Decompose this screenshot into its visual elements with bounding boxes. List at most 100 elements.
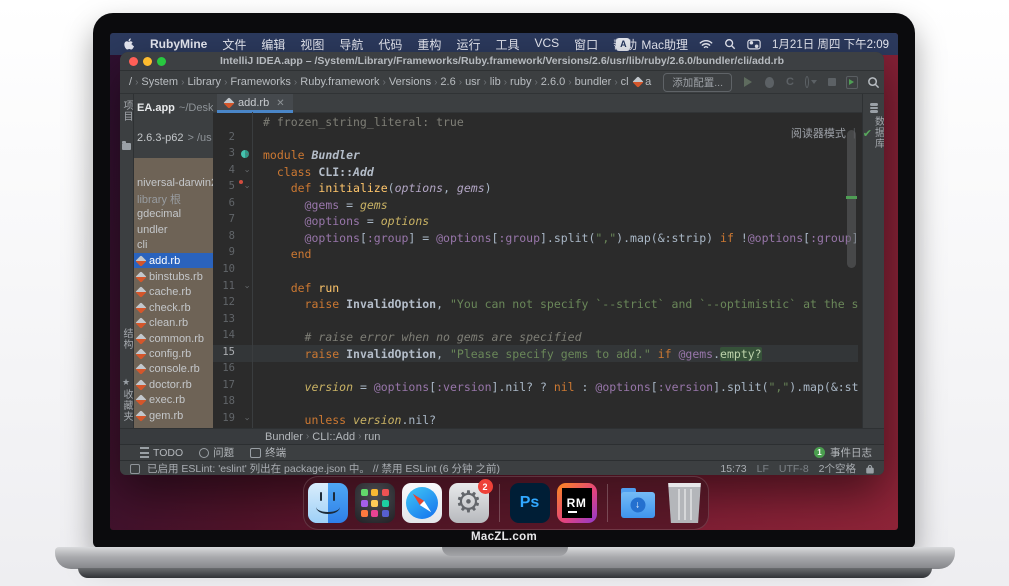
tree-row-2.6.3-p62[interactable]: 2.6.3-p62 > /us [134,130,213,145]
tree-row-niversal-darwin2[interactable]: niversal-darwin2 [134,175,213,190]
reader-mode-label[interactable]: 阅读器模式 [791,125,846,141]
menu-app-name[interactable]: RubyMine [150,37,207,51]
menu-item-1[interactable]: 编辑 [261,36,285,53]
nav-crumb-4[interactable]: Ruby.framework [300,76,379,88]
line-separator[interactable]: LF [757,463,769,475]
tool-window-favorites[interactable]: 收藏夹 [120,389,133,422]
code-line-11[interactable]: def run [253,280,859,297]
tree-row-add.rb[interactable]: add.rb [134,253,213,268]
nav-crumb-6[interactable]: 2.6 [440,76,455,88]
stop-icon[interactable] [826,76,838,88]
dock-icon-safari[interactable] [402,483,442,523]
event-log-button[interactable]: 1 事件日志 [814,445,872,460]
tree-row-blank-3[interactable] [134,160,213,175]
run-icon[interactable] [742,76,754,88]
control-center-icon[interactable] [747,39,761,50]
tree-row-exec.rb[interactable]: exec.rb [134,392,213,407]
spotlight-search-icon[interactable] [724,38,736,50]
tree-row-console.rb[interactable]: console.rb [134,361,213,376]
fold-marker[interactable]: › [242,416,252,421]
dock-icon-trash[interactable] [665,483,705,523]
tree-row-blank-2[interactable] [134,145,213,160]
menu-item-4[interactable]: 代码 [378,36,402,53]
file-encoding[interactable]: UTF-8 [779,463,809,475]
run-anything-icon[interactable] [846,76,858,88]
window-title-bar[interactable]: IntelliJ IDEA.app – /System/Library/Fram… [120,52,884,71]
tree-row-clean.rb[interactable]: clean.rb [134,315,213,330]
code-line-7[interactable]: @options = options [253,213,859,230]
run-configuration-button[interactable]: 添加配置... [663,73,732,92]
code-crumb-Bundler[interactable]: Bundler [265,431,303,443]
tree-row-library 根[interactable]: library 根 [134,191,213,206]
apple-logo-icon[interactable] [123,37,135,51]
dock-icon-launchpad[interactable] [355,483,395,523]
status-message[interactable]: 已启用 ESLint: 'eslint' 列出在 package.json 中。… [147,461,500,475]
inspections-ok-icon[interactable]: ✔ [863,127,872,140]
dock-icon-photoshop[interactable]: Ps [510,483,550,523]
code-line-8[interactable]: @options[:group] = @options[:group].spli… [253,230,859,247]
code-line-13[interactable] [253,313,859,330]
fold-marker[interactable]: › [242,184,252,189]
code-crumb-CLI::Add[interactable]: CLI::Add [312,431,355,443]
dock-icon-rubymine[interactable]: RM [557,483,597,523]
input-method-icon[interactable]: A [616,38,630,51]
menu-item-8[interactable]: VCS [534,36,559,53]
readonly-lock-icon[interactable] [866,464,874,474]
nav-crumb-10[interactable]: 2.6.0 [541,76,565,88]
code-line-3[interactable]: module Bundler [253,147,859,164]
menu-item-7[interactable]: 工具 [495,36,519,53]
tree-row-cli[interactable]: cli [134,237,213,252]
code-line-4[interactable]: class CLI::Add [253,164,859,181]
menu-item-9[interactable]: 窗口 [574,36,598,53]
close-tab-icon[interactable]: ✕ [276,98,284,109]
nav-current-file[interactable]: a [645,76,651,88]
code-line-14[interactable]: # raise error when no gems are specified [253,329,859,346]
tool-window-0[interactable]: TODO [140,445,183,460]
nav-crumb-12[interactable]: cli [621,76,629,88]
nav-crumb-9[interactable]: ruby [510,76,531,88]
nav-crumb-3[interactable]: Frameworks [230,76,291,88]
menu-item-2[interactable]: 视图 [300,36,324,53]
minimize-window-button[interactable] [143,57,152,66]
tab-add-rb[interactable]: add.rb ✕ [217,94,293,112]
editor-code-area[interactable]: # frozen_string_literal: truemodule Bund… [252,112,859,428]
nav-crumb-5[interactable]: Versions [389,76,431,88]
code-line-5[interactable]: def initialize(options, gems) [253,180,859,197]
tree-row-gdecimal[interactable]: gdecimal [134,206,213,221]
run-with-coverage-icon[interactable] [805,76,817,88]
nav-crumb-1[interactable]: System [141,76,178,88]
tool-window-project[interactable]: 项目 [120,100,133,122]
tree-row-gem.rb[interactable]: gem.rb [134,408,213,423]
caret-position[interactable]: 15:73 [720,463,746,475]
code-line-6[interactable]: @gems = gems [253,197,859,214]
status-message-icon[interactable] [130,464,140,474]
tree-row-check.rb[interactable]: check.rb [134,300,213,315]
code-line-17[interactable]: version = @options[:version].nil? ? nil … [253,379,859,396]
tree-row-doctor.rb[interactable]: doctor.rb [134,377,213,392]
menu-item-6[interactable]: 运行 [456,36,480,53]
debug-icon[interactable] [763,76,775,88]
tree-row-cache.rb[interactable]: cache.rb [134,284,213,299]
menu-item-3[interactable]: 导航 [339,36,363,53]
nav-crumb-2[interactable]: Library [187,76,221,88]
nav-crumb-0[interactable]: / [129,76,132,88]
profiler-icon[interactable]: C [784,76,796,88]
close-window-button[interactable] [129,57,138,66]
dock-icon-downloads[interactable]: ↓ [618,483,658,523]
fold-marker[interactable]: › [242,168,252,173]
tool-window-1[interactable]: 问题 [199,445,234,460]
menu-assistant[interactable]: Mac助理 [641,36,688,53]
dock-icon-finder[interactable] [308,483,348,523]
nav-crumb-7[interactable]: usr [465,76,480,88]
code-line-18[interactable] [253,395,859,412]
menu-item-0[interactable]: 文件 [222,36,246,53]
tree-row-EA.app[interactable]: EA.app ~/Deskt [134,100,213,115]
menu-item-5[interactable]: 重构 [417,36,441,53]
nav-crumb-11[interactable]: bundler [575,76,612,88]
tree-row-binstubs.rb[interactable]: binstubs.rb [134,269,213,284]
code-line-19[interactable]: unless version.nil? [253,412,859,428]
code-line-16[interactable] [253,362,859,379]
code-line-12[interactable]: raise InvalidOption, "You can not specif… [253,296,859,313]
search-everywhere-icon[interactable] [867,76,880,89]
dock-icon-settings[interactable]: ⚙2 [449,483,489,523]
